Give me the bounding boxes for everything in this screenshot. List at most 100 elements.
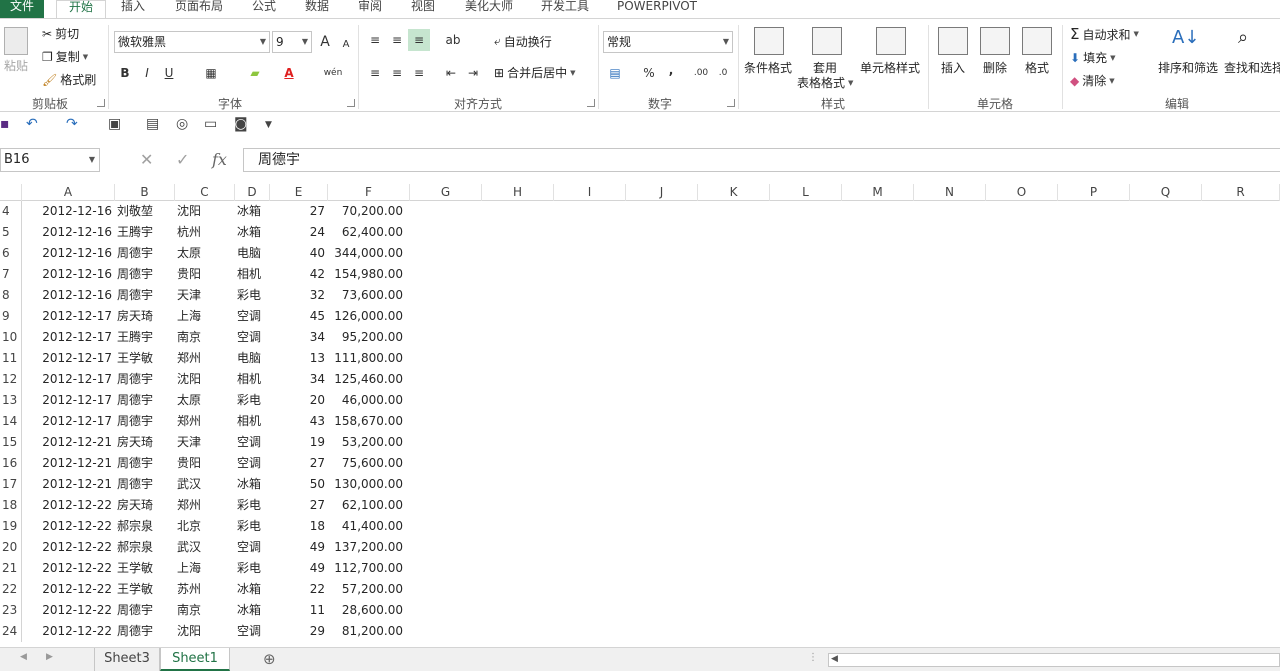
row-header[interactable]: 9 [0,306,22,327]
cell-city[interactable]: 沈阳 [177,201,233,222]
cell-qty[interactable]: 13 [270,348,325,369]
column-header-c[interactable]: C [175,184,235,201]
cell-item[interactable]: 空调 [237,453,270,474]
cell-date[interactable]: 2012-12-21 [22,474,112,495]
tab-data[interactable]: 数据 [298,0,336,18]
cell-styles-button[interactable]: 单元格样式 [860,59,920,76]
cell-item[interactable]: 冰箱 [237,474,270,495]
cell-amt[interactable]: 158,670.00 [328,411,403,432]
cell-date[interactable]: 2012-12-21 [22,432,112,453]
cell-qty[interactable]: 40 [270,243,325,264]
horizontal-scrollbar[interactable]: ◀ [828,653,1280,667]
cell-city[interactable]: 苏州 [177,579,233,600]
cell-name[interactable]: 周德宇 [117,600,175,621]
column-header-b[interactable]: B [115,184,175,201]
align-left-icon[interactable]: ≡ [364,62,386,84]
cell-item[interactable]: 空调 [237,327,270,348]
cell-qty[interactable]: 24 [270,222,325,243]
decrease-font-button[interactable]: A [335,33,357,55]
row-header[interactable]: 13 [0,390,22,411]
column-header-i[interactable]: I [554,184,626,201]
customize-toolbar-icon[interactable]: ▼ [265,120,272,130]
cell-date[interactable]: 2012-12-22 [22,579,112,600]
row-header[interactable]: 16 [0,453,22,474]
format-painter-button[interactable]: 🖌 格式刷 [42,71,96,88]
name-box[interactable]: B16 ▼ [0,148,100,172]
tab-view[interactable]: 视图 [404,0,442,18]
cell-city[interactable]: 贵阳 [177,264,233,285]
bold-button[interactable]: B [114,62,136,84]
cell-item[interactable]: 彩电 [237,390,270,411]
cell-city[interactable]: 南京 [177,600,233,621]
fill-button[interactable]: ⬇ 填充 ▼ [1070,49,1115,66]
scroll-left-icon[interactable]: ◀ [831,654,838,664]
border-icon[interactable]: ▦ [200,62,222,84]
font-size-select[interactable]: 9 ▼ [272,31,312,53]
cell-amt[interactable]: 95,200.00 [328,327,403,348]
cell-item[interactable]: 空调 [237,537,270,558]
cell-name[interactable]: 周德宇 [117,243,175,264]
column-header-r[interactable]: R [1202,184,1280,201]
row-header[interactable]: 12 [0,369,22,390]
column-header-q[interactable]: Q [1130,184,1202,201]
cell-amt[interactable]: 126,000.00 [328,306,403,327]
tab-powerpivot[interactable]: POWERPIVOT [612,0,702,18]
cell-city[interactable]: 上海 [177,558,233,579]
cell-name[interactable]: 王腾宇 [117,222,175,243]
row-header[interactable]: 17 [0,474,22,495]
column-header-p[interactable]: P [1058,184,1130,201]
table-format-button[interactable]: 表格格式 ▼ [797,74,853,91]
cell-city[interactable]: 武汉 [177,537,233,558]
row-header[interactable]: 8 [0,285,22,306]
cell-amt[interactable]: 81,200.00 [328,621,403,642]
splitter-icon[interactable]: ⋮ [808,652,818,663]
cell-qty[interactable]: 49 [270,537,325,558]
conditional-format-button[interactable]: 条件格式 [744,59,792,76]
number-format-select[interactable]: 常规 ▼ [603,31,733,53]
orientation-icon[interactable]: ab [442,29,464,51]
column-header-l[interactable]: L [770,184,842,201]
cell-date[interactable]: 2012-12-16 [22,222,112,243]
fill-color-icon[interactable]: ▰ [244,62,266,84]
comma-button[interactable]: , [660,59,682,81]
redo-icon[interactable]: ↷ [66,116,78,132]
row-header[interactable]: 18 [0,495,22,516]
font-color-button[interactable]: A [278,62,300,84]
sort-filter-button[interactable]: 排序和筛选 [1158,59,1218,76]
cell-city[interactable]: 北京 [177,516,233,537]
row-header[interactable]: 20 [0,537,22,558]
cell-city[interactable]: 沈阳 [177,369,233,390]
row-header[interactable]: 22 [0,579,22,600]
preview-icon[interactable]: ◎ [176,116,188,132]
decrease-decimal-button[interactable]: .0 [712,62,734,84]
row-header[interactable]: 7 [0,264,22,285]
enter-icon[interactable]: ✓ [176,150,189,169]
cell-qty[interactable]: 34 [270,327,325,348]
tab-developer[interactable]: 开发工具 [534,0,596,18]
sheet-tab-sheet3[interactable]: Sheet3 [94,648,160,671]
launcher-icon[interactable] [727,99,735,107]
cell-qty[interactable]: 43 [270,411,325,432]
cut-button[interactable]: ✂ 剪切 [42,25,79,42]
cell-amt[interactable]: 62,400.00 [328,222,403,243]
align-bottom-icon[interactable]: ≡ [408,29,430,51]
cell-item[interactable]: 电脑 [237,348,270,369]
column-header-e[interactable]: E [270,184,328,201]
add-sheet-icon[interactable]: ⊕ [263,650,276,668]
paste-button[interactable]: 粘贴 [4,27,28,74]
cell-name[interactable]: 郝宗泉 [117,516,175,537]
copy-button[interactable]: ❐ 复制 ▼ [42,48,88,65]
cell-item[interactable]: 彩电 [237,495,270,516]
cell-date[interactable]: 2012-12-17 [22,411,112,432]
cell-qty[interactable]: 34 [270,369,325,390]
column-header-n[interactable]: N [914,184,986,201]
cell-qty[interactable]: 32 [270,285,325,306]
tab-formulas[interactable]: 公式 [245,0,283,18]
tab-insert[interactable]: 插入 [113,0,153,18]
underline-button[interactable]: U [158,62,180,84]
cell-name[interactable]: 周德宇 [117,390,175,411]
cell-city[interactable]: 太原 [177,243,233,264]
merge-center-button[interactable]: ⊞ 合并后居中 ▼ [494,64,575,81]
cell-name[interactable]: 王学敏 [117,348,175,369]
cell-item[interactable]: 冰箱 [237,600,270,621]
